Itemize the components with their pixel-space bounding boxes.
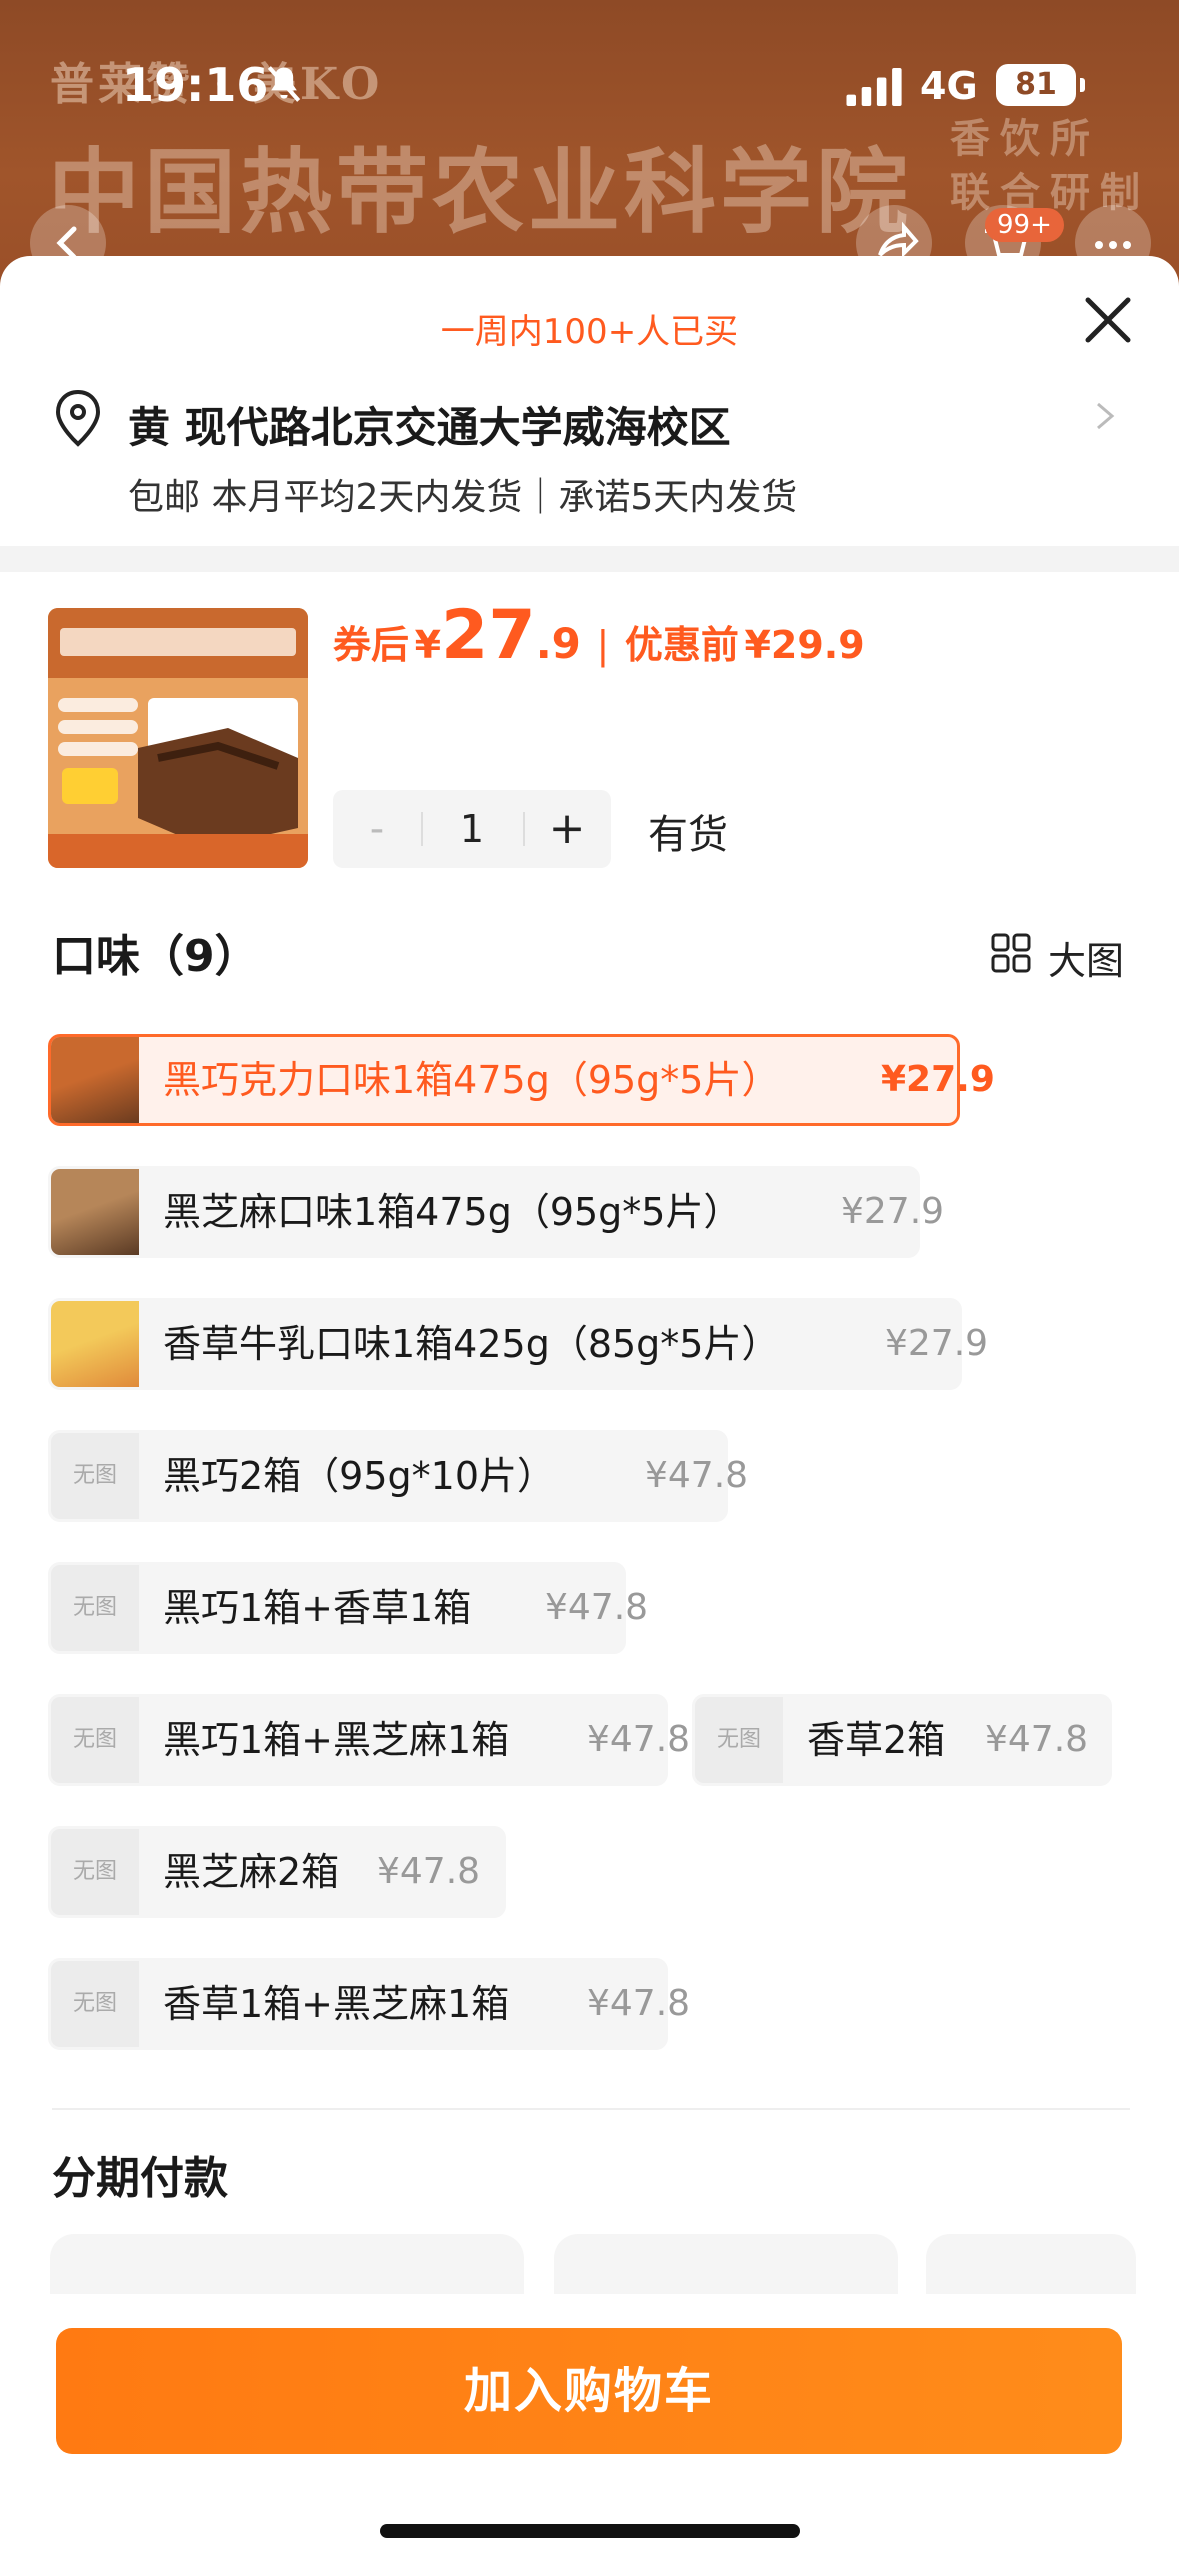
chevron-right-icon[interactable] xyxy=(1090,396,1120,436)
no-image-placeholder: 无图 xyxy=(51,1697,139,1783)
flavor-option-label: 黑巧1箱+香草1箱 xyxy=(163,1586,472,1630)
installment-option-card[interactable] xyxy=(50,2234,524,2294)
product-image-graphic xyxy=(48,608,308,868)
flavor-option-label: 香草1箱+黑芝麻1箱 xyxy=(163,1982,510,2026)
flavor-option[interactable]: 无图 香草1箱+黑芝麻1箱 ¥47.8 xyxy=(48,1958,690,2050)
price-before: ¥29.9 xyxy=(744,623,865,667)
flavor-title: 口味（9） xyxy=(52,931,259,982)
flavor-option-label: 黑巧克力口味1箱475g（95g*5片） xyxy=(163,1058,780,1102)
sales-note: 一周内100+人已买 xyxy=(440,312,739,352)
flavor-option[interactable]: 无图 黑巧1箱+黑芝麻1箱 ¥47.8 xyxy=(48,1694,690,1786)
no-image-placeholder: 无图 xyxy=(51,1433,139,1519)
grid-icon[interactable] xyxy=(990,932,1032,974)
stock-status: 有货 xyxy=(648,812,728,858)
quantity-stepper: - 1 + xyxy=(333,790,611,868)
no-image-placeholder: 无图 xyxy=(51,1565,139,1651)
flavor-option-label: 黑巧1箱+黑芝麻1箱 xyxy=(163,1718,510,1762)
flavor-option-price: ¥47.8 xyxy=(985,1719,1089,1760)
no-image-placeholder: 无图 xyxy=(51,1829,139,1915)
flavor-thumbnail xyxy=(51,1037,139,1123)
flavor-option[interactable]: 无图 黑芝麻2箱 ¥47.8 xyxy=(48,1826,506,1918)
product-thumbnail[interactable] xyxy=(48,608,308,868)
flavor-option-price: ¥27.9 xyxy=(885,1323,989,1364)
big-picture-toggle[interactable]: 大图 xyxy=(1048,930,1124,985)
flavor-option-price: ¥27.9 xyxy=(841,1191,945,1232)
decrease-button[interactable]: - xyxy=(333,790,421,868)
flavor-option[interactable]: 无图 黑巧2箱（95g*10片） ¥47.8 xyxy=(48,1430,748,1522)
battery-level: 81 xyxy=(996,64,1085,106)
location-pin-icon xyxy=(55,389,101,447)
status-bar: 19:16 4G 81 xyxy=(0,0,1179,160)
flavor-option-price: ¥27.9 xyxy=(881,1059,995,1100)
flavor-option-label: 香草牛乳口味1箱425g（85g*5片） xyxy=(163,1322,780,1366)
flavor-option-label: 黑芝麻口味1箱475g（95g*5片） xyxy=(163,1190,742,1234)
bell-muted-icon xyxy=(267,66,301,102)
flavor-option-price: ¥47.8 xyxy=(545,1587,649,1628)
price-row: 券后 ¥27.9 | 优惠前 ¥29.9 xyxy=(333,596,865,675)
price-decimal: .9 xyxy=(535,619,581,668)
increase-button[interactable]: + xyxy=(523,790,611,868)
price-integer: 27 xyxy=(441,596,536,675)
price-before-label: 优惠前 xyxy=(624,623,739,667)
price-after-label: 券后 xyxy=(333,623,410,667)
shipping-info: 包邮 本月平均2天内发货｜承诺5天内发货 xyxy=(128,477,798,518)
flavor-thumbnail xyxy=(51,1169,139,1255)
flavor-option-price: ¥47.8 xyxy=(377,1851,481,1892)
flavor-option-label: 香草2箱 xyxy=(807,1718,946,1762)
flavor-option-label: 黑巧2箱（95g*10片） xyxy=(163,1454,556,1498)
flavor-option-price: ¥47.8 xyxy=(587,1983,691,2024)
flavor-option[interactable]: 无图 香草2箱 ¥47.8 xyxy=(692,1694,1112,1786)
section-divider xyxy=(0,546,1179,572)
cell-signal-icon xyxy=(846,68,902,106)
network-type: 4G xyxy=(920,64,978,108)
add-to-cart-button[interactable]: 加入购物车 xyxy=(56,2328,1122,2454)
status-time: 19:16 xyxy=(122,58,269,112)
flavor-option[interactable]: 黑芝麻口味1箱475g（95g*5片） ¥27.9 xyxy=(48,1166,944,1258)
delivery-address[interactable]: 黄 现代路北京交通大学威海校区 xyxy=(128,394,731,455)
flavor-option-price: ¥47.8 xyxy=(587,1719,691,1760)
flavor-option[interactable]: 黑巧克力口味1箱475g（95g*5片） ¥27.9 xyxy=(48,1034,995,1126)
section-divider xyxy=(52,2108,1130,2110)
quantity-value[interactable]: 1 xyxy=(421,790,523,868)
flavor-option[interactable]: 无图 黑巧1箱+香草1箱 ¥47.8 xyxy=(48,1562,648,1654)
sku-selection-sheet: 一周内100+人已买 黄 现代路北京交通大学威海校区 包邮 本月平均2天内发货｜… xyxy=(0,256,1179,2556)
flavor-option-price: ¥47.8 xyxy=(645,1455,749,1496)
close-icon[interactable] xyxy=(1080,292,1136,348)
installment-title: 分期付款 xyxy=(52,2153,228,2204)
cart-count-badge: 99+ xyxy=(985,208,1064,242)
price-currency: ¥ xyxy=(414,623,442,667)
installment-option-card[interactable] xyxy=(554,2234,898,2294)
flavor-thumbnail xyxy=(51,1301,139,1387)
price-separator: | xyxy=(596,623,610,667)
installment-option-card[interactable] xyxy=(926,2234,1136,2294)
home-indicator xyxy=(380,2524,800,2538)
flavor-option-label: 黑芝麻2箱 xyxy=(163,1850,340,1894)
no-image-placeholder: 无图 xyxy=(695,1697,783,1783)
flavor-option[interactable]: 香草牛乳口味1箱425g（85g*5片） ¥27.9 xyxy=(48,1298,988,1390)
no-image-placeholder: 无图 xyxy=(51,1961,139,2047)
